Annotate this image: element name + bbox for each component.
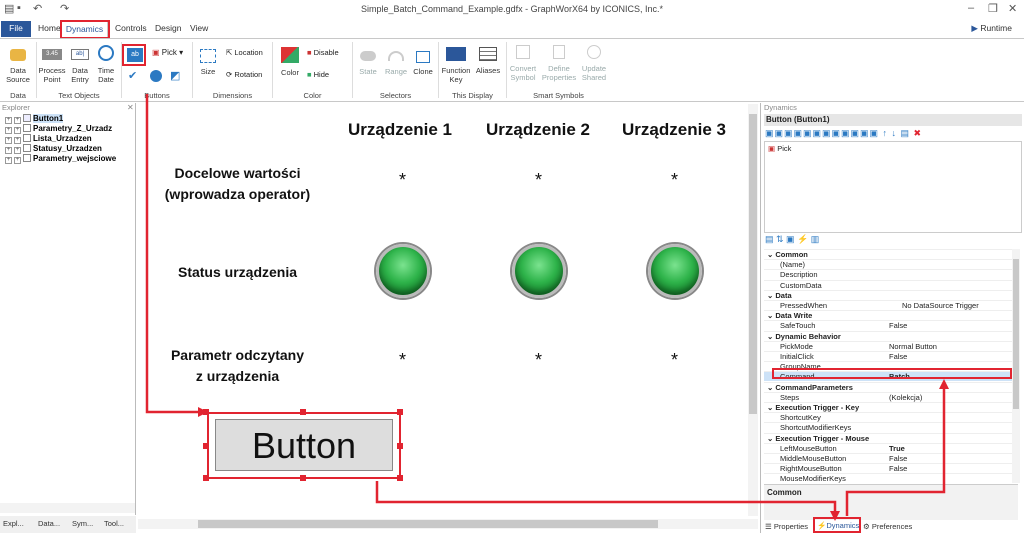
highlight-command-row (772, 368, 1012, 379)
annotation-arrows (145, 94, 949, 521)
